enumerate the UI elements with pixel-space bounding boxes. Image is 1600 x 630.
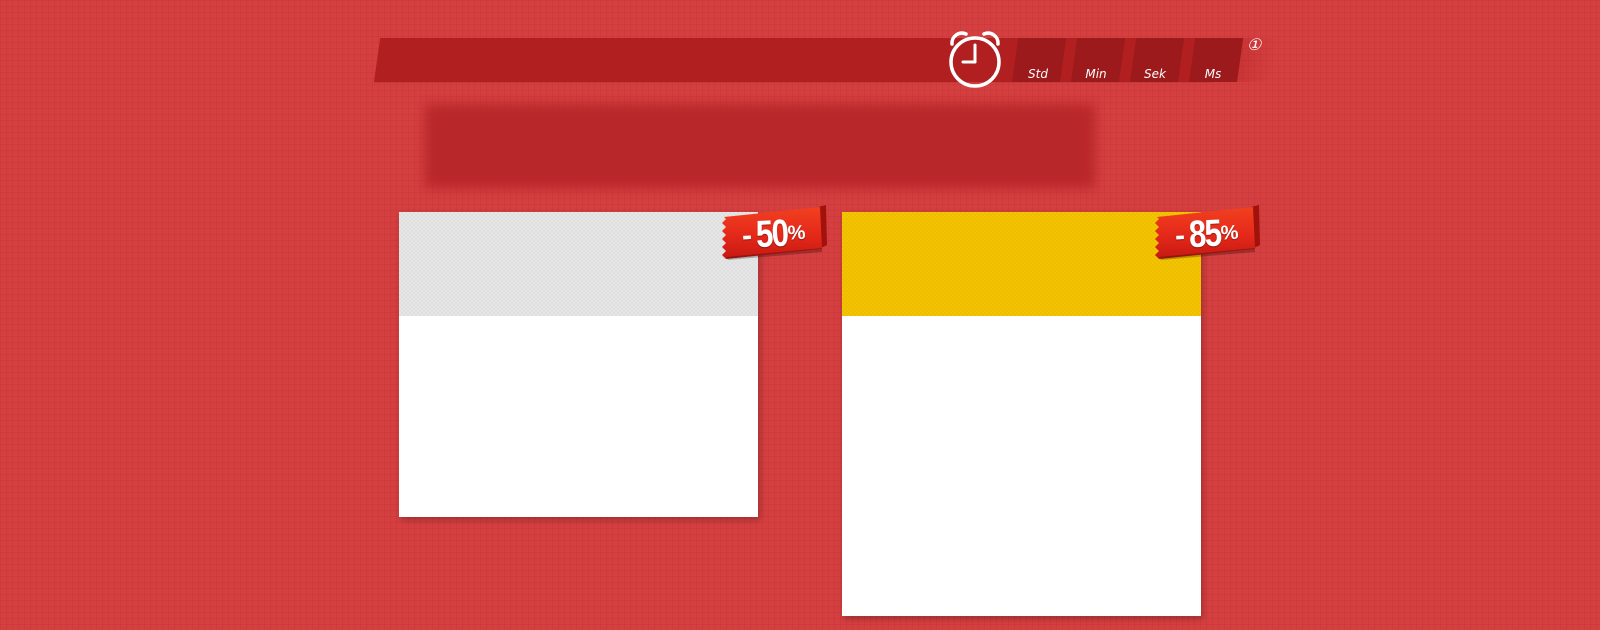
discount-dash: - (741, 218, 753, 253)
discount-ribbon: - 50% (722, 205, 830, 261)
discount-value: 85 (1188, 212, 1222, 257)
countdown-milliseconds-label: Ms (1204, 67, 1222, 81)
product-card[interactable] (399, 212, 758, 517)
discount-percent: % (787, 221, 806, 245)
discount-ribbon: - 85% (1155, 205, 1263, 261)
discount-label: - 85% (1174, 211, 1260, 258)
countdown-minutes-label: Min (1085, 67, 1107, 81)
discount-dash: - (1174, 218, 1186, 253)
discount-value: 50 (755, 212, 789, 257)
discount-percent: % (1220, 221, 1239, 245)
alarm-clock-icon (949, 31, 1001, 88)
product-card-header (399, 212, 758, 316)
product-card[interactable] (842, 212, 1201, 616)
discount-label: - 50% (741, 211, 827, 258)
countdown-seconds-label: Sek (1144, 67, 1166, 81)
countdown-hours-label: Std (1028, 67, 1048, 81)
info-icon[interactable]: ① (1245, 36, 1263, 54)
product-card-header (842, 212, 1201, 316)
promo-banner (425, 104, 1095, 188)
